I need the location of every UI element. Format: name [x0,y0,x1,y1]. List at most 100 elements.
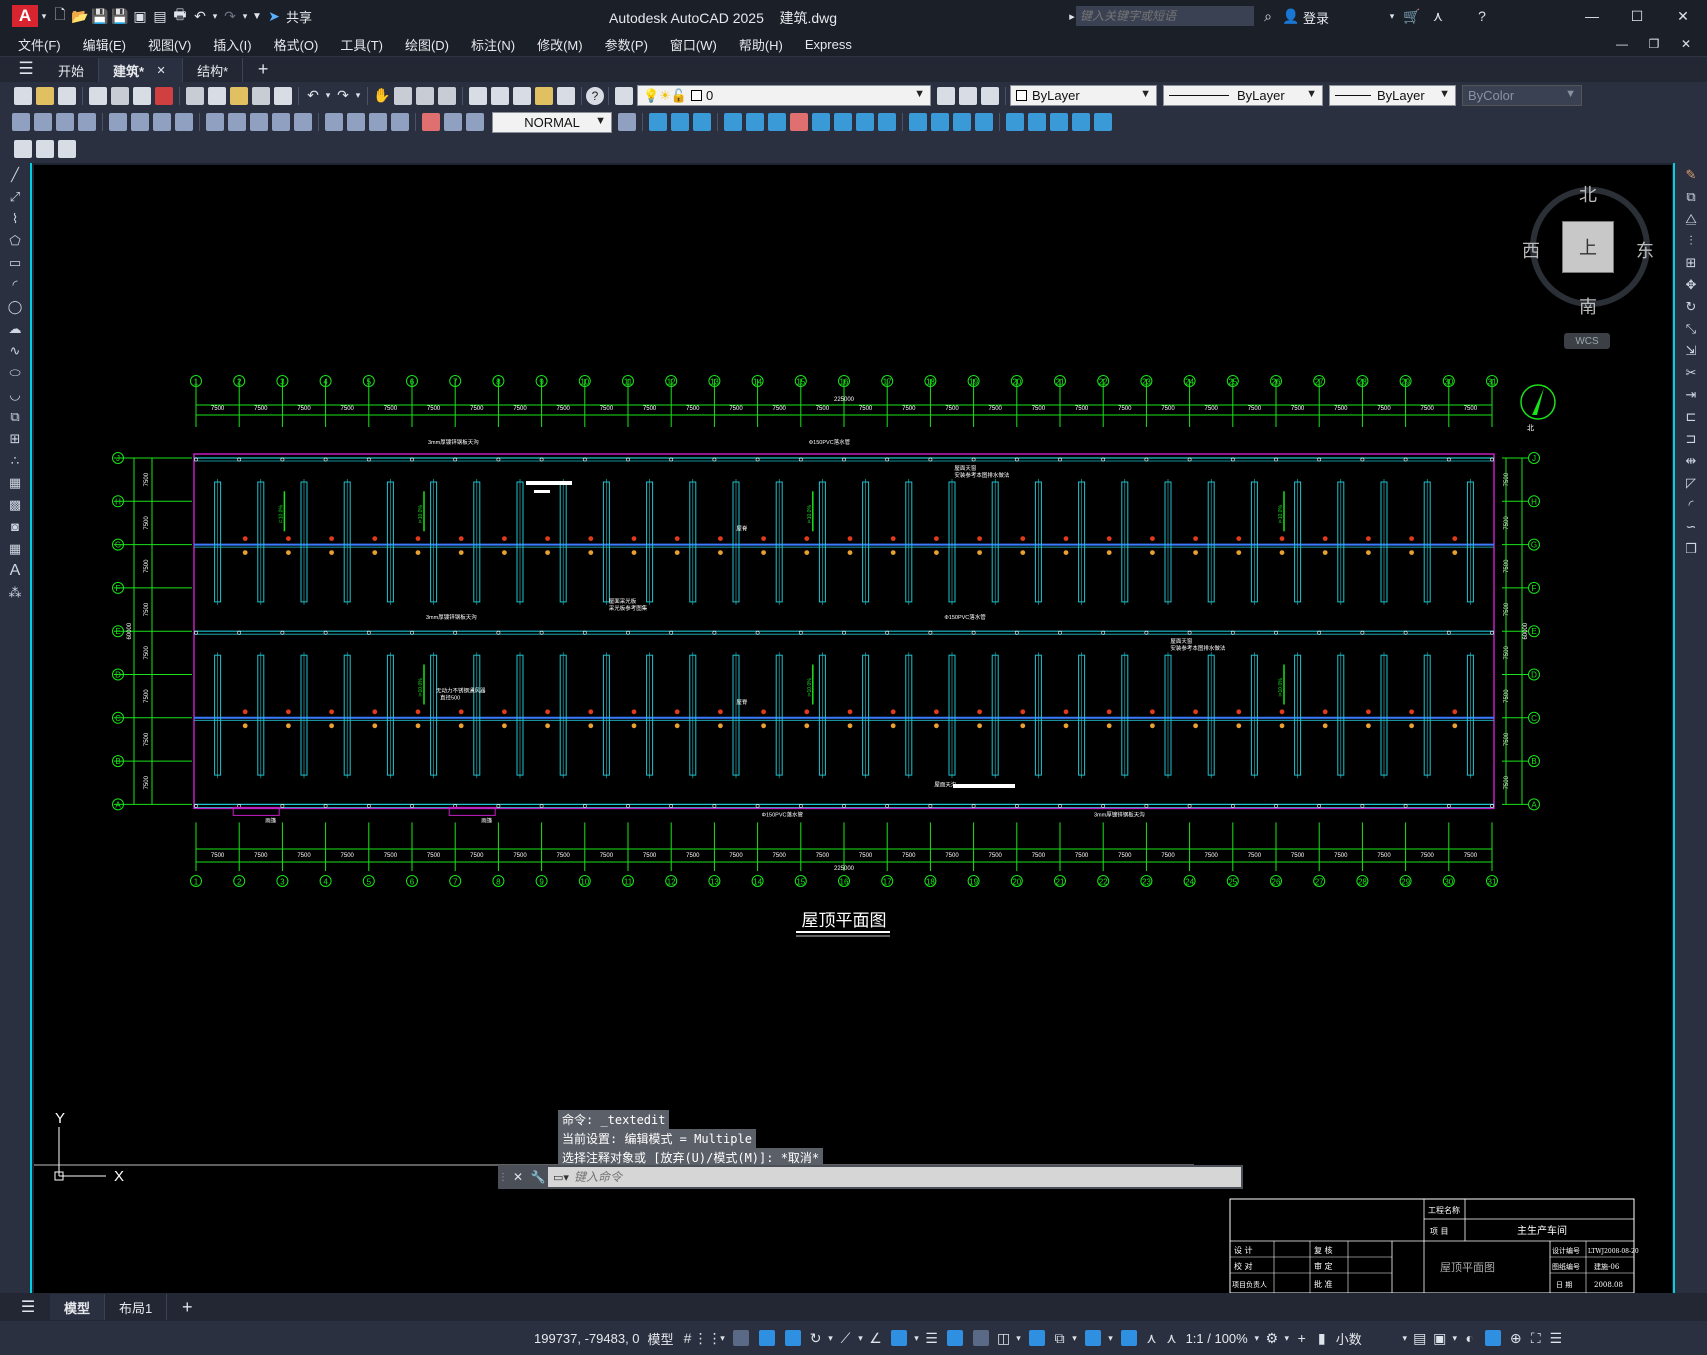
chevron-down-icon[interactable]: ▾ [826,1328,836,1348]
close-icon[interactable]: ✕ [508,1167,528,1187]
save-icon[interactable]: 💾 [90,6,110,26]
make-current-icon[interactable] [937,86,955,105]
viewcube-north[interactable]: 北 [1579,181,1597,207]
chevron-down-icon[interactable]: ▾ [1252,1328,1262,1348]
cut-icon[interactable] [186,86,204,105]
revision-cloud-icon[interactable]: ☁ [5,319,25,339]
restore-icon[interactable]: ❐ [1644,34,1664,54]
quick-properties-icon[interactable]: ▤ [1410,1328,1430,1348]
chevron-down-icon[interactable]: ▾ [240,6,250,26]
clean-screen-icon[interactable]: ⛶ [1526,1328,1546,1348]
login-button[interactable]: 登录 [1303,8,1329,27]
menu-view[interactable]: 视图(V) [137,35,202,54]
viewcube-east[interactable]: 东 [1636,237,1654,263]
command-prompt-icon[interactable]: ▭▾ [548,1167,574,1187]
chamfer-icon[interactable]: ◸ [1681,473,1701,493]
zoom-window-icon[interactable] [416,86,434,105]
chevron-down-icon[interactable]: ▾ [210,6,220,26]
new-icon[interactable] [14,86,32,105]
pdf-icon[interactable] [155,86,173,105]
angular-dim-icon[interactable] [175,113,193,131]
zoom-previous-icon[interactable] [438,86,456,105]
sheet-set-icon[interactable] [535,86,553,105]
color-dropdown[interactable]: ByLayer ▼ [1010,85,1157,106]
offset-icon[interactable] [693,113,711,131]
viewcube-top-face[interactable]: 上 [1562,221,1614,273]
menu-insert[interactable]: 插入(I) [202,35,262,54]
model-space-toggle[interactable]: 模型 [648,1329,674,1348]
open-icon[interactable] [36,86,54,105]
menu-draw[interactable]: 绘图(D) [394,35,460,54]
lineweight-icon[interactable]: ☰ [922,1328,942,1348]
jogged-linear-icon[interactable] [391,113,409,131]
chevron-down-icon[interactable]: ▾ [856,1328,866,1348]
drawing-canvas[interactable]: 1 1 7500 7500 2 2 7500 7500 3 3 7500 7500 4 4 7500 7500… [34,165,1672,1293]
menu-window[interactable]: 窗口(W) [659,35,728,54]
blend-icon[interactable] [953,113,971,131]
object-tracking-icon[interactable]: ∠ [866,1328,886,1348]
sun-icon[interactable]: ☀ [659,88,671,104]
menu-format[interactable]: 格式(O) [263,35,330,54]
chevron-down-icon[interactable]: ▾ [718,1328,728,1348]
autodesk-app-icon[interactable]: ⋏ [1428,6,1448,26]
zoom-realtime-icon[interactable] [394,86,412,105]
viewcube-south[interactable]: 南 [1579,293,1597,319]
break-icon[interactable] [878,113,896,131]
lock-ui-icon[interactable]: ▣ [1430,1328,1450,1348]
layer-properties-icon[interactable] [615,86,633,105]
break-icon[interactable]: ⊐ [1681,429,1701,449]
center-mark-icon[interactable] [347,113,365,131]
blend-curves-icon[interactable]: ∽ [1681,517,1701,537]
grip-icon[interactable]: ⋮ [498,1167,508,1187]
edit-polyline-icon[interactable] [1050,113,1068,131]
close-icon[interactable]: ✕ [1673,6,1693,26]
share-icon[interactable]: ➤ [264,6,284,26]
fillet-icon[interactable]: ◜ [1681,495,1701,515]
graphics-performance-icon[interactable] [1484,1330,1501,1346]
polar-tracking-icon[interactable]: ↻ [806,1328,826,1348]
chevron-down-icon[interactable]: ▾ [1070,1328,1080,1348]
diameter-dim-icon[interactable] [153,113,171,131]
chevron-down-icon[interactable]: ▾ [1106,1328,1116,1348]
chevron-down-icon[interactable]: ▾ [1282,1328,1292,1348]
trim-icon[interactable] [834,113,852,131]
publish-icon[interactable]: ▤ [150,6,170,26]
menu-modify[interactable]: 修改(M) [526,35,594,54]
selection-cycling-icon[interactable] [972,1330,989,1346]
tab-layout1[interactable]: 布局1 [105,1294,168,1320]
customize-icon[interactable]: ▼ [250,6,264,26]
dim-edit-icon[interactable] [422,113,440,131]
coordinates-readout[interactable]: 199737, -79483, 0 [534,1331,640,1346]
customize-wrench-icon[interactable]: 🔧 [528,1167,548,1187]
copy-icon[interactable] [208,86,226,105]
preview-icon[interactable] [111,86,129,105]
annotation-scale[interactable]: 1:1 / 100% [1186,1331,1248,1346]
table-icon[interactable]: ▦ [5,539,25,559]
cart-icon[interactable]: 🛒 [1402,6,1422,26]
polygon-icon[interactable]: ⬠ [5,231,25,251]
add-selected-icon[interactable]: ⁂ [5,583,25,603]
dim-space-icon[interactable] [272,113,290,131]
command-input-box[interactable]: ▭▾ [548,1167,1241,1187]
stretch-icon[interactable]: ⇲ [1681,341,1701,361]
continue-dim-icon[interactable] [250,113,268,131]
web-mobile-icon[interactable]: ▣ [130,6,150,26]
insert-block-icon[interactable]: ⧉ [5,407,25,427]
maximize-icon[interactable]: ☐ [1627,6,1647,26]
region-icon[interactable]: ◙ [5,517,25,537]
line-icon[interactable]: ╱ [5,165,25,185]
open-folder-icon[interactable]: 📂 [70,6,90,26]
linetype-dropdown[interactable]: ByLayer ▼ [1163,85,1323,106]
chevron-down-icon[interactable]: ▾ [38,6,50,26]
mirror-icon[interactable]: ⧋ [1681,209,1701,229]
chamfer-icon[interactable] [909,113,927,131]
ellipse-icon[interactable]: ⬭ [5,363,25,383]
close-icon[interactable]: ✕ [1676,34,1696,54]
ordinate-dim-icon[interactable] [78,113,96,131]
plotstyle-dropdown[interactable]: ByColor ▼ [1462,85,1582,106]
object-snap-icon[interactable] [890,1330,907,1346]
menu-dimension[interactable]: 标注(N) [460,35,526,54]
layer-dropdown[interactable]: 💡 ☀ 🔓 0 ▼ [637,85,931,106]
arc-length-icon[interactable] [56,113,74,131]
gizmo-icon[interactable] [1084,1330,1101,1346]
